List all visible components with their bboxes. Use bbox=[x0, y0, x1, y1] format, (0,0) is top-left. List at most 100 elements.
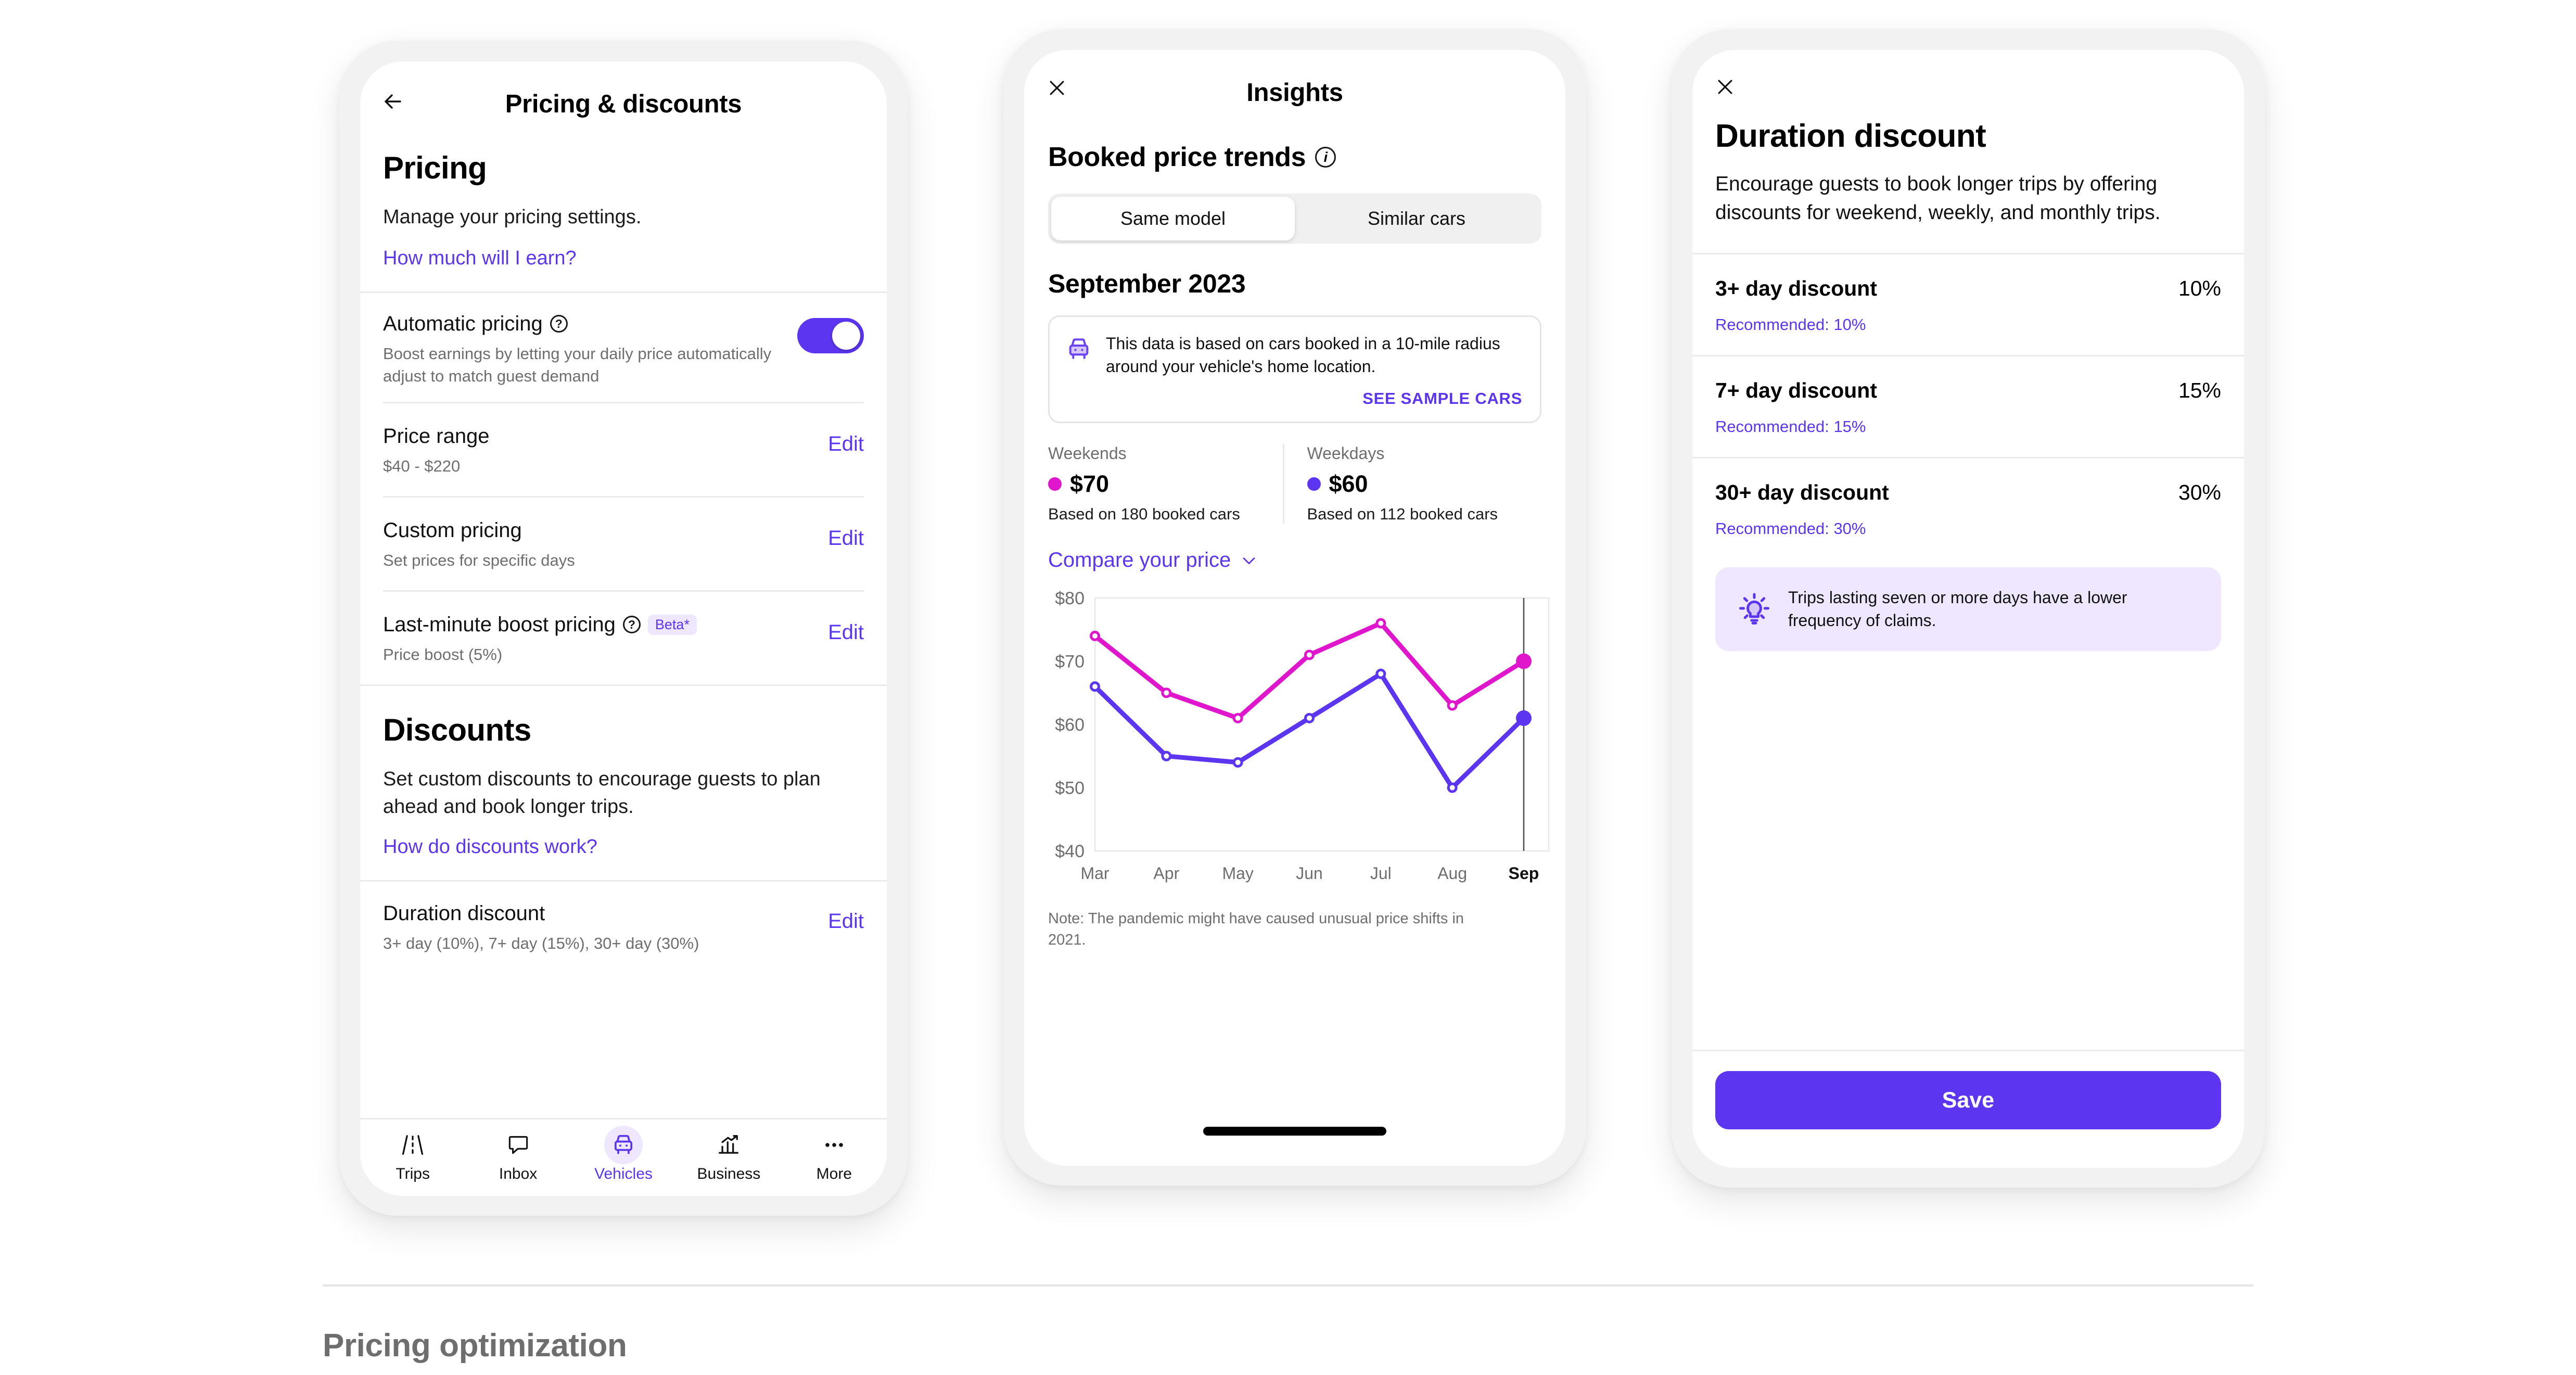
stat-weekends: Weekends $70 Based on 180 booked cars bbox=[1048, 444, 1283, 524]
home-indicator bbox=[1203, 1127, 1386, 1136]
y-axis-tick-label: $80 bbox=[1055, 589, 1085, 608]
pricing-intro: Pricing Manage your pricing settings. Ho… bbox=[360, 145, 887, 270]
close-icon[interactable] bbox=[1706, 68, 1744, 106]
compare-label: Compare your price bbox=[1048, 549, 1231, 572]
divider bbox=[1692, 355, 2244, 357]
row-label: Automatic pricing bbox=[383, 312, 543, 336]
edit-duration-discount-button[interactable]: Edit bbox=[828, 900, 864, 933]
row-title: Duration discount bbox=[383, 902, 545, 925]
divider bbox=[1692, 457, 2244, 459]
chart-point bbox=[1447, 700, 1458, 711]
car-front-icon bbox=[1064, 333, 1093, 366]
price-stats: Weekends $70 Based on 180 booked cars We… bbox=[1048, 444, 1541, 524]
road-icon bbox=[399, 1129, 426, 1161]
phone-screen-pricing: Pricing & discounts Pricing Manage your … bbox=[360, 61, 887, 1196]
tab-trips[interactable]: Trips bbox=[360, 1129, 465, 1183]
duration-discount-intro: Duration discount Encourage guests to bo… bbox=[1692, 118, 2244, 227]
compare-your-price-toggle[interactable]: Compare your price bbox=[1048, 549, 1541, 572]
discount-value: 30% bbox=[2178, 480, 2221, 505]
section-title: Booked price trends bbox=[1048, 142, 1306, 172]
row-custom-pricing[interactable]: Custom pricing Set prices for specific d… bbox=[360, 498, 887, 590]
chart-point bbox=[1090, 681, 1100, 692]
help-icon[interactable]: ? bbox=[622, 616, 641, 634]
edit-last-minute-boost-button[interactable]: Edit bbox=[828, 612, 864, 644]
beta-badge: Beta* bbox=[647, 614, 697, 635]
x-axis-tick-label: Mar bbox=[1080, 864, 1109, 883]
save-button[interactable]: Save bbox=[1715, 1071, 2221, 1129]
row-automatic-pricing[interactable]: Automatic pricing ? Boost earnings by le… bbox=[360, 293, 887, 401]
page-title: Insights bbox=[1246, 79, 1343, 107]
stat-value: $60 bbox=[1329, 470, 1368, 498]
discount-label: 7+ day discount bbox=[1715, 378, 1878, 403]
tab-inbox[interactable]: Inbox bbox=[465, 1129, 570, 1183]
booked-price-chart: $40 $50 $60 $70 $80 Mar Apr May Jun Jul Aug Sep bbox=[1048, 589, 1550, 901]
chart-point bbox=[1232, 712, 1243, 723]
discount-recommended-30day: Recommended: 30% bbox=[1715, 519, 1866, 538]
discount-row-7day[interactable]: 7+ day discount 15% bbox=[1692, 378, 2244, 403]
stat-label: Weekdays bbox=[1307, 444, 1385, 463]
row-price-range[interactable]: Price range $40 - $220 Edit bbox=[360, 403, 887, 496]
row-last-minute-boost[interactable]: Last-minute boost pricing ? Beta* Price … bbox=[360, 592, 887, 684]
discount-value: 10% bbox=[2178, 276, 2221, 301]
info-circle-icon[interactable]: i bbox=[1315, 147, 1336, 168]
booked-price-trends-heading: Booked price trends i bbox=[1048, 142, 1541, 173]
row-duration-discount[interactable]: Duration discount 3+ day (10%), 7+ day (… bbox=[360, 882, 887, 970]
tab-vehicles[interactable]: Vehicles bbox=[571, 1126, 676, 1183]
discount-value: 15% bbox=[2178, 378, 2221, 403]
tip-container: Trips lasting seven or more days have a … bbox=[1692, 567, 2244, 651]
phone-frame-insights: Insights Booked price trends i Same mode… bbox=[1003, 29, 1586, 1186]
legend-dot-weekends bbox=[1048, 477, 1062, 491]
pricing-subtitle: Manage your pricing settings. bbox=[383, 206, 642, 228]
tab-business[interactable]: Business bbox=[676, 1129, 781, 1183]
see-sample-cars-link[interactable]: SEE SAMPLE CARS bbox=[1064, 389, 1522, 408]
automatic-pricing-toggle[interactable] bbox=[797, 318, 864, 354]
x-axis-tick-label: Apr bbox=[1153, 864, 1179, 883]
chart-point bbox=[1304, 712, 1315, 723]
edit-price-range-button[interactable]: Edit bbox=[828, 423, 864, 456]
chart-point bbox=[1375, 668, 1386, 679]
month-label: September 2023 bbox=[1048, 269, 1246, 298]
legend-dot-weekdays bbox=[1307, 477, 1321, 491]
row-title: Last-minute boost pricing ? Beta* bbox=[383, 612, 815, 638]
insights-body: Booked price trends i Same model Similar… bbox=[1024, 142, 1565, 950]
discount-row-3day[interactable]: 3+ day discount 10% bbox=[1692, 276, 2244, 301]
chart-point bbox=[1516, 710, 1532, 726]
chevron-down-icon bbox=[1240, 552, 1258, 569]
bottom-tab-bar: Trips Inbox Vehicles Business More bbox=[360, 1118, 887, 1196]
x-axis-tick-label: Jul bbox=[1370, 864, 1392, 883]
y-axis-tick-label: $50 bbox=[1055, 779, 1085, 798]
row-duration-discount-text: Duration discount 3+ day (10%), 7+ day (… bbox=[383, 900, 828, 954]
bar-chart-trend-icon bbox=[715, 1129, 742, 1161]
tab-more[interactable]: More bbox=[782, 1129, 887, 1183]
lightbulb-icon bbox=[1736, 591, 1772, 627]
segment-same-model[interactable]: Same model bbox=[1051, 197, 1295, 240]
segment-similar-cars[interactable]: Similar cars bbox=[1295, 197, 1538, 240]
stat-basis: Based on 112 booked cars bbox=[1307, 505, 1498, 524]
claims-tip-box: Trips lasting seven or more days have a … bbox=[1715, 567, 2221, 651]
y-axis-tick-label: $40 bbox=[1055, 842, 1085, 861]
edit-custom-pricing-button[interactable]: Edit bbox=[828, 517, 864, 550]
model-segmented-control: Same model Similar cars bbox=[1048, 194, 1541, 244]
chart-note: Note: The pandemic might have caused unu… bbox=[1048, 910, 1464, 948]
divider bbox=[1692, 1050, 2244, 1051]
help-icon[interactable]: ? bbox=[550, 315, 568, 333]
tab-label: More bbox=[816, 1165, 852, 1182]
tab-label: Inbox bbox=[499, 1165, 538, 1182]
chart-point bbox=[1516, 653, 1532, 669]
data-source-notice: This data is based on cars booked in a 1… bbox=[1048, 315, 1541, 424]
discount-recommended-3day: Recommended: 10% bbox=[1715, 315, 1866, 334]
stat-basis: Based on 180 booked cars bbox=[1048, 505, 1240, 524]
discount-recommended-7day: Recommended: 15% bbox=[1715, 417, 1866, 436]
chart-point bbox=[1161, 750, 1172, 761]
chart-line-weekends bbox=[1092, 621, 1526, 721]
tip-text: Trips lasting seven or more days have a … bbox=[1788, 588, 2127, 630]
discount-row-30day[interactable]: 30+ day discount 30% bbox=[1692, 480, 2244, 505]
how-much-earn-link[interactable]: How much will I earn? bbox=[383, 247, 864, 270]
phone-frame-pricing: Pricing & discounts Pricing Manage your … bbox=[339, 41, 908, 1216]
phone-frame-duration-discount: Duration discount Encourage guests to bo… bbox=[1672, 29, 2265, 1188]
how-discounts-work-link[interactable]: How do discounts work? bbox=[383, 836, 864, 858]
y-axis-tick-label: $70 bbox=[1055, 652, 1085, 672]
y-axis-tick-label: $60 bbox=[1055, 715, 1085, 735]
row-subtitle: $40 - $220 bbox=[383, 456, 461, 475]
chart-point bbox=[1090, 630, 1100, 641]
